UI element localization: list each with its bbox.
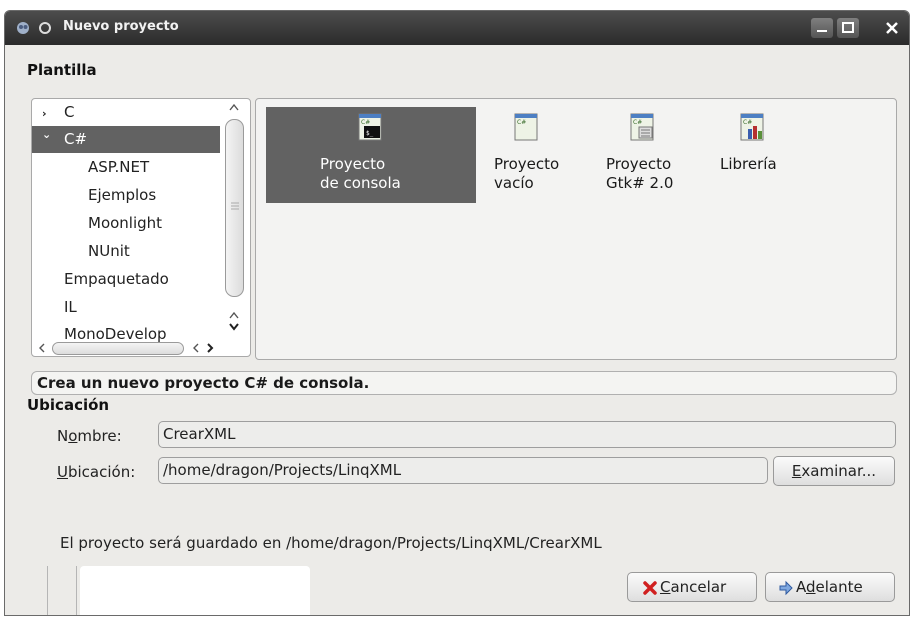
close-icon	[886, 22, 898, 34]
grip-icon	[231, 202, 239, 210]
csharp-empty-icon: C#	[514, 113, 538, 141]
template-section-label: Plantilla	[27, 61, 97, 79]
template-label: Proyecto Gtk# 2.0	[606, 155, 674, 192]
template-description: Crea un nuevo proyecto C# de consola.	[31, 371, 897, 395]
scroll-down-icon[interactable]	[229, 323, 239, 331]
location-label: Ubicación:	[57, 463, 136, 481]
template-label: Librería	[720, 155, 777, 173]
close-button[interactable]	[881, 18, 903, 38]
category-tree: › C ⌄ C# ASP.NET Ejemplos Moonlight NUni…	[31, 98, 251, 357]
csharp-gtk-icon: C#	[630, 113, 654, 141]
svg-text:C#: C#	[517, 119, 526, 126]
browse-button[interactable]: Examinar...	[773, 456, 895, 486]
tree-item-label: Moonlight	[88, 214, 163, 232]
csharp-console-icon: C# $_	[358, 113, 382, 141]
vertical-scroll-thumb[interactable]	[225, 119, 244, 297]
template-empty-project[interactable]: C# Proyecto vacío	[486, 107, 586, 203]
window-title: Nuevo proyecto	[63, 19, 179, 34]
forward-icon	[779, 580, 793, 596]
tree-item-label: C	[64, 103, 75, 121]
tree-item-il[interactable]: IL	[32, 294, 220, 321]
location-section-label: Ubicación	[27, 396, 110, 414]
scroll-right-icon[interactable]	[206, 343, 214, 353]
maximize-icon	[842, 22, 854, 33]
template-library[interactable]: C# Librería	[712, 107, 802, 203]
cancel-icon	[643, 581, 657, 595]
template-label: Proyecto de consola	[320, 155, 401, 192]
template-list: C# $_ Proyecto de consola C# Proyecto va…	[255, 98, 897, 360]
csharp-library-icon: C#	[740, 113, 764, 141]
template-label: Proyecto vacío	[494, 155, 560, 192]
tree-item-empaquetado[interactable]: Empaquetado	[32, 266, 220, 293]
save-path-text: El proyecto será guardado en /home/drago…	[60, 534, 602, 552]
tree-item-moonlight[interactable]: Moonlight	[32, 210, 220, 237]
scroll-left-small-icon[interactable]	[192, 343, 200, 353]
tree-item-nunit[interactable]: NUnit	[32, 238, 220, 265]
bottom-divider	[47, 566, 77, 615]
tree-item-aspnet[interactable]: ASP.NET	[32, 154, 220, 181]
tree-item-label: ASP.NET	[88, 158, 150, 176]
tree-item-label: Empaquetado	[64, 270, 169, 288]
svg-text:C#: C#	[633, 119, 642, 126]
template-gtk-project[interactable]: C# Proyecto Gtk# 2.0	[598, 107, 698, 203]
title-bar: Nuevo proyecto	[5, 11, 909, 45]
name-label: Nombre:	[57, 427, 122, 445]
tree-item-label: Ejemplos	[88, 186, 157, 204]
scroll-left-icon[interactable]	[38, 343, 46, 353]
tree-item-c[interactable]: › C	[32, 99, 220, 126]
svg-text:C#: C#	[743, 119, 752, 126]
forward-button[interactable]: Adelante	[765, 572, 895, 602]
tree-horizontal-scrollbar[interactable]	[32, 339, 250, 356]
cancel-button[interactable]: Cancelar	[627, 572, 757, 602]
minimize-icon	[817, 30, 827, 32]
svg-text:C#: C#	[361, 119, 370, 126]
app-logo-icon[interactable]	[15, 20, 31, 36]
svg-text:$_: $_	[366, 130, 374, 137]
tree-item-label: NUnit	[88, 242, 130, 260]
project-name-input[interactable]: CrearXML	[158, 421, 896, 448]
tree-item-ejemplos[interactable]: Ejemplos	[32, 182, 220, 209]
new-project-dialog: Nuevo proyecto Plantilla › C ⌄ C# ASP.NE…	[4, 10, 910, 616]
scroll-up-small-icon[interactable]	[229, 311, 239, 319]
horizontal-scroll-thumb[interactable]	[52, 342, 184, 355]
scroll-up-icon[interactable]	[229, 103, 239, 111]
window-menu-icon[interactable]	[37, 20, 53, 36]
tree-item-label: IL	[64, 298, 77, 316]
minimize-button[interactable]	[811, 18, 833, 38]
bottom-panel	[80, 566, 310, 615]
tree-item-csharp[interactable]: ⌄ C#	[32, 126, 220, 153]
maximize-button[interactable]	[837, 18, 859, 38]
location-input[interactable]: /home/dragon/Projects/LinqXML	[158, 457, 768, 484]
tree-item-label: C#	[64, 130, 88, 148]
template-console-project[interactable]: C# $_ Proyecto de consola	[266, 107, 476, 203]
tree-vertical-scrollbar[interactable]	[222, 99, 250, 339]
expander-expanded-icon[interactable]: ⌄	[42, 121, 51, 148]
